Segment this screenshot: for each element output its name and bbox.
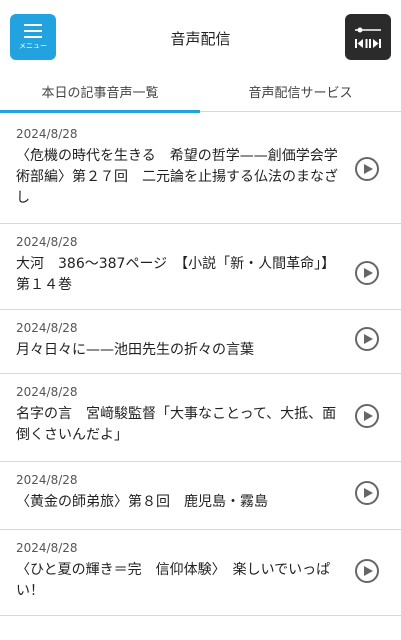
audio-player-button[interactable] (345, 14, 391, 60)
article-title: 〈危機の時代を生きる 希望の哲学——創価学会学術部編〉第２７回 二元論を止揚する… (16, 148, 338, 206)
article-date: 2024/8/28 (16, 541, 78, 555)
play-icon[interactable] (355, 157, 379, 181)
play-icon[interactable] (355, 327, 379, 351)
list-item[interactable]: 2024/8/28 名字の言 宮﨑駿監督「大事なことって、大抵、面倒くさいんだよ… (0, 374, 401, 462)
app-header: メニュー 音声配信 (0, 0, 401, 70)
article-date: 2024/8/28 (16, 235, 78, 249)
play-icon[interactable] (355, 404, 379, 428)
article-date: 2024/8/28 (16, 127, 78, 141)
article-title: 大河 386〜387ページ 【小説「新・人間革命」】第１４巻 (16, 256, 336, 293)
active-tab-indicator (0, 110, 200, 113)
page-title: 音声配信 (170, 30, 231, 48)
article-list: 2024/8/28 〈危機の時代を生きる 希望の哲学——創価学会学術部編〉第２７… (0, 116, 401, 616)
article-title: 〈黄金の師弟旅〉第８回 鹿児島・霧島 (16, 494, 268, 510)
article-title: 〈ひと夏の輝き＝完 信仰体験〉 楽しいでいっぱい！ (16, 562, 331, 599)
article-date: 2024/8/28 (16, 473, 78, 487)
tab-audio-service[interactable]: 音声配信サービス (200, 70, 401, 112)
list-item[interactable]: 2024/8/28 〈ひと夏の輝き＝完 信仰体験〉 楽しいでいっぱい！ (0, 530, 401, 616)
list-item[interactable]: 2024/8/28 〈危機の時代を生きる 希望の哲学——創価学会学術部編〉第２７… (0, 116, 401, 224)
list-item[interactable]: 2024/8/28 〈黄金の師弟旅〉第８回 鹿児島・霧島 (0, 462, 401, 530)
list-item[interactable]: 2024/8/28 月々日々に——池田先生の折々の言葉 (0, 310, 401, 374)
play-icon[interactable] (355, 481, 379, 505)
article-date: 2024/8/28 (16, 385, 78, 399)
play-icon[interactable] (355, 559, 379, 583)
article-date: 2024/8/28 (16, 321, 78, 335)
list-item[interactable]: 2024/8/28 大河 386〜387ページ 【小説「新・人間革命」】第１４巻 (0, 224, 401, 310)
tab-bar: 本日の記事音声一覧 音声配信サービス (0, 70, 401, 112)
article-title: 月々日々に——池田先生の折々の言葉 (16, 342, 254, 358)
article-title: 名字の言 宮﨑駿監督「大事なことって、大抵、面倒くさいんだよ」 (16, 406, 337, 443)
audio-player-icon (355, 27, 381, 48)
tab-today-articles[interactable]: 本日の記事音声一覧 (0, 70, 200, 112)
play-icon[interactable] (355, 261, 379, 285)
